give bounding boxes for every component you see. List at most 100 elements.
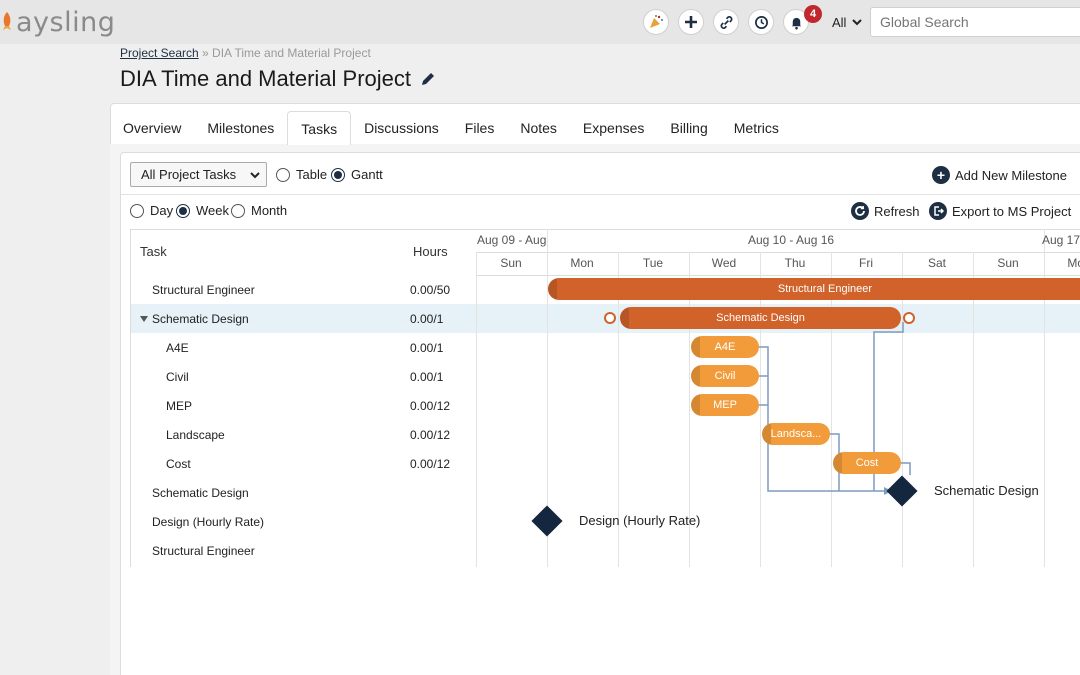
notification-count-badge: 4 [804,5,822,23]
project-tabs: Overview Milestones Tasks Discussions Fi… [110,111,792,145]
tab-milestones[interactable]: Milestones [194,111,287,145]
tab-tasks[interactable]: Tasks [287,111,352,145]
task-row[interactable]: Design (Hourly Rate) [131,507,477,536]
task-name: Schematic Design [152,486,249,500]
global-search-input[interactable] [870,7,1080,37]
task-filter-select[interactable]: All Project Tasks [130,162,267,187]
gantt-bar-label: Cost [855,457,879,469]
add-milestone-button[interactable]: + Add New Milestone [932,166,1067,184]
scale-week-radio[interactable]: Week [176,203,229,218]
task-row[interactable]: Structural Engineer 0.00/50 [131,275,477,304]
task-name: MEP [166,399,192,413]
breadcrumb-separator: » [198,46,213,60]
gantt-bar[interactable]: Landsca... [762,423,830,445]
task-name-text: Schematic Design [152,486,249,500]
task-hours: 0.00/1 [410,312,444,326]
chevron-down-icon [852,19,863,26]
task-name-text: MEP [166,399,193,413]
task-name-text: Structural Engineer [152,544,255,558]
gantt-bar-label: MEP [713,399,737,411]
tab-notes[interactable]: Notes [507,111,570,145]
tab-files[interactable]: Files [452,111,508,145]
radio-indicator [331,167,345,182]
task-name-text: Civil [166,370,189,384]
tab-billing[interactable]: Billing [657,111,720,145]
breadcrumb: Project Search » DIA Time and Material P… [120,46,371,60]
pencil-edit-icon[interactable] [420,71,436,87]
task-row[interactable]: Schematic Design [131,478,477,507]
task-name: Civil [166,370,189,384]
breadcrumb-link-project-search[interactable]: Project Search [120,46,199,60]
link-start-handle[interactable] [604,312,616,324]
column-header-hours: Hours [413,244,448,259]
gantt-bar[interactable]: A4E [691,336,759,358]
gantt-bar[interactable]: Civil [691,365,759,387]
bar-progress [548,278,557,300]
task-row[interactable]: MEP 0.00/12 [131,391,477,420]
rocket-icon [3,12,11,30]
scale-month-label: Month [251,203,288,218]
plus-circle-icon: + [932,166,950,184]
gantt-bar[interactable]: MEP [691,394,759,416]
task-row[interactable]: A4E 0.00/1 [131,333,477,362]
tab-discussions[interactable]: Discussions [351,111,452,145]
link-end-handle[interactable] [903,312,915,324]
task-hours: 0.00/12 [410,428,451,442]
search-scope-select[interactable]: All [832,9,868,35]
add-milestone-label: Add New Milestone [955,167,1067,183]
task-hours: 0.00/12 [410,457,451,471]
radio-indicator [130,203,144,218]
task-hours: 0.00/12 [410,399,451,413]
refresh-button[interactable]: Refresh [851,202,920,220]
task-row[interactable]: Structural Engineer [131,536,477,565]
app-logo[interactable]: aysling [0,6,115,38]
task-row[interactable]: Landscape 0.00/12 [131,420,477,449]
tab-overview[interactable]: Overview [110,111,194,145]
gantt-bar[interactable]: Structural Engineer [548,278,1080,300]
bar-progress [833,452,842,474]
scale-week-label: Week [196,203,229,218]
view-gantt-label: Gantt [351,167,383,182]
dependency-link [901,462,911,475]
gantt-bar[interactable]: Schematic Design [620,307,901,329]
milestone-label: Schematic Design [934,483,1039,498]
party-icon[interactable] [643,9,669,35]
task-name: Structural Engineer [152,283,255,297]
scale-day-radio[interactable]: Day [130,203,173,218]
bar-progress [620,307,629,329]
refresh-icon [851,202,869,220]
scale-month-radio[interactable]: Month [231,203,287,218]
view-table-radio[interactable]: Table [276,167,327,182]
task-row[interactable]: Cost 0.00/12 [131,449,477,478]
radio-indicator [231,203,245,218]
gantt-bar[interactable]: Cost [833,452,901,474]
column-header-task: Task [140,244,167,259]
history-icon[interactable] [748,9,774,35]
export-icon [929,202,947,220]
tab-expenses[interactable]: Expenses [570,111,657,145]
bar-progress [691,336,700,358]
search-scope-value: All [832,14,847,30]
view-gantt-radio[interactable]: Gantt [331,167,383,182]
task-name-text: Landscape [166,428,225,442]
task-name-text: Cost [166,457,191,471]
milestone-label: Design (Hourly Rate) [579,513,701,528]
caret-down-icon[interactable] [140,316,148,322]
task-row[interactable]: Schematic Design 0.00/1 [131,304,477,333]
task-hours: 0.00/1 [410,341,444,355]
task-row[interactable]: Civil 0.00/1 [131,362,477,391]
tab-metrics[interactable]: Metrics [721,111,792,145]
task-name: Landscape [166,428,225,442]
bar-progress [691,365,700,387]
page-title: DIA Time and Material Project [120,66,436,92]
task-name-text: A4E [166,341,189,355]
plus-icon[interactable] [678,9,704,35]
task-name: Design (Hourly Rate) [152,515,264,529]
gantt-bar-label: Landsca... [770,428,822,440]
toolbar-divider [121,194,1080,195]
breadcrumb-current: DIA Time and Material Project [212,46,371,60]
link-icon[interactable] [713,9,739,35]
gantt-chart: SunMonTueWedThuFriSatSunMonAug 09 - Aug … [476,229,1080,567]
export-ms-project-button[interactable]: Export to MS Project [929,202,1071,220]
chevron-down-icon [250,171,260,178]
